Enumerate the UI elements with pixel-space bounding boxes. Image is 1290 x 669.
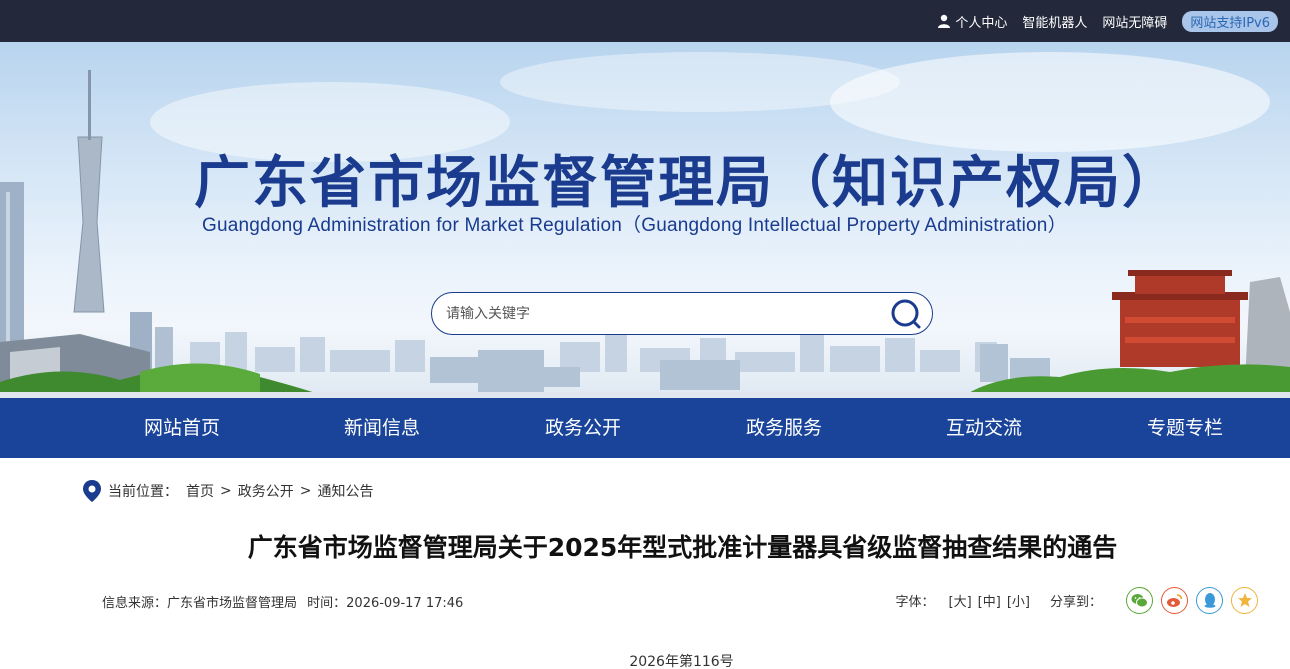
site-title-english: Guangdong Administration for Market Regu…	[202, 215, 1067, 236]
font-medium-button[interactable]: [中]	[978, 591, 1001, 610]
article-tools: 字体： [大] [中] [小] 分享到：	[895, 586, 1258, 614]
share-qq-button[interactable]	[1196, 586, 1223, 614]
article-source: 信息来源：广东省市场监督管理局	[102, 596, 298, 611]
robot-label: 智能机器人	[1022, 15, 1088, 31]
share-qzone-button[interactable]	[1231, 586, 1258, 614]
nav-item-news[interactable]: 新闻信息	[312, 398, 452, 458]
top-links: 个人中心 智能机器人 网站无障碍 网站支持IPv6	[937, 0, 1278, 42]
breadcrumb-separator: >	[220, 483, 232, 499]
share-wechat-button[interactable]	[1126, 586, 1153, 614]
header-banner: 广东省市场监督管理局（知识产权局） Guangdong Administrati…	[0, 42, 1290, 398]
search-input[interactable]	[446, 293, 876, 334]
document-number: 2026年第116号	[629, 654, 734, 669]
site-title-chinese: 广东省市场监督管理局（知识产权局）	[194, 151, 1180, 216]
accessibility-link[interactable]: 网站无障碍	[1102, 12, 1167, 31]
personal-center-link[interactable]: 个人中心	[937, 12, 1007, 31]
main-nav: 网站首页 新闻信息 政务公开 政务服务 互动交流 专题专栏	[0, 398, 1290, 458]
location-pin-icon	[83, 480, 101, 502]
ipv6-badge: 网站支持IPv6	[1182, 10, 1278, 32]
search-box	[431, 292, 933, 335]
top-utility-bar: 个人中心 智能机器人 网站无障碍 网站支持IPv6	[0, 0, 1290, 42]
breadcrumb-notices[interactable]: 通知公告	[317, 481, 373, 501]
nav-item-gov-service[interactable]: 政务服务	[714, 398, 854, 458]
breadcrumb: 当前位置： 首页 > 政务公开 > 通知公告	[82, 478, 373, 504]
font-small-button[interactable]: [小]	[1007, 591, 1030, 610]
article-meta: 信息来源：广东省市场监督管理局 时间：2026-09-17 17:46	[102, 592, 469, 611]
personal-center-label: 个人中心	[955, 15, 1008, 31]
robot-link[interactable]: 智能机器人	[1022, 12, 1087, 31]
font-large-button[interactable]: [大]	[949, 591, 972, 610]
nav-item-topics[interactable]: 专题专栏	[1115, 398, 1255, 458]
font-size-label: 字体：	[895, 594, 935, 610]
share-label: 分享到：	[1049, 594, 1102, 610]
breadcrumb-gov-info[interactable]: 政务公开	[238, 481, 294, 501]
breadcrumb-separator: >	[299, 483, 312, 499]
user-icon	[938, 14, 951, 28]
breadcrumb-home[interactable]: 首页	[186, 481, 214, 501]
breadcrumb-prefix: 当前位置：	[108, 484, 178, 500]
weibo-icon	[1167, 593, 1183, 607]
article-time: 时间：2026-09-17 17:46	[307, 596, 464, 611]
qq-icon	[1204, 593, 1215, 608]
qzone-icon	[1237, 593, 1252, 607]
nav-item-interaction[interactable]: 互动交流	[914, 398, 1054, 458]
nav-item-home[interactable]: 网站首页	[112, 398, 252, 458]
accessibility-label: 网站无障碍	[1102, 15, 1168, 31]
article-title: 广东省市场监督管理局关于2025年型式批准计量器具省级监督抽查结果的通告	[247, 533, 1118, 562]
share-weibo-button[interactable]	[1161, 586, 1188, 614]
wechat-icon	[1131, 593, 1148, 607]
search-icon[interactable]	[890, 298, 922, 330]
nav-item-gov-info[interactable]: 政务公开	[513, 398, 653, 458]
